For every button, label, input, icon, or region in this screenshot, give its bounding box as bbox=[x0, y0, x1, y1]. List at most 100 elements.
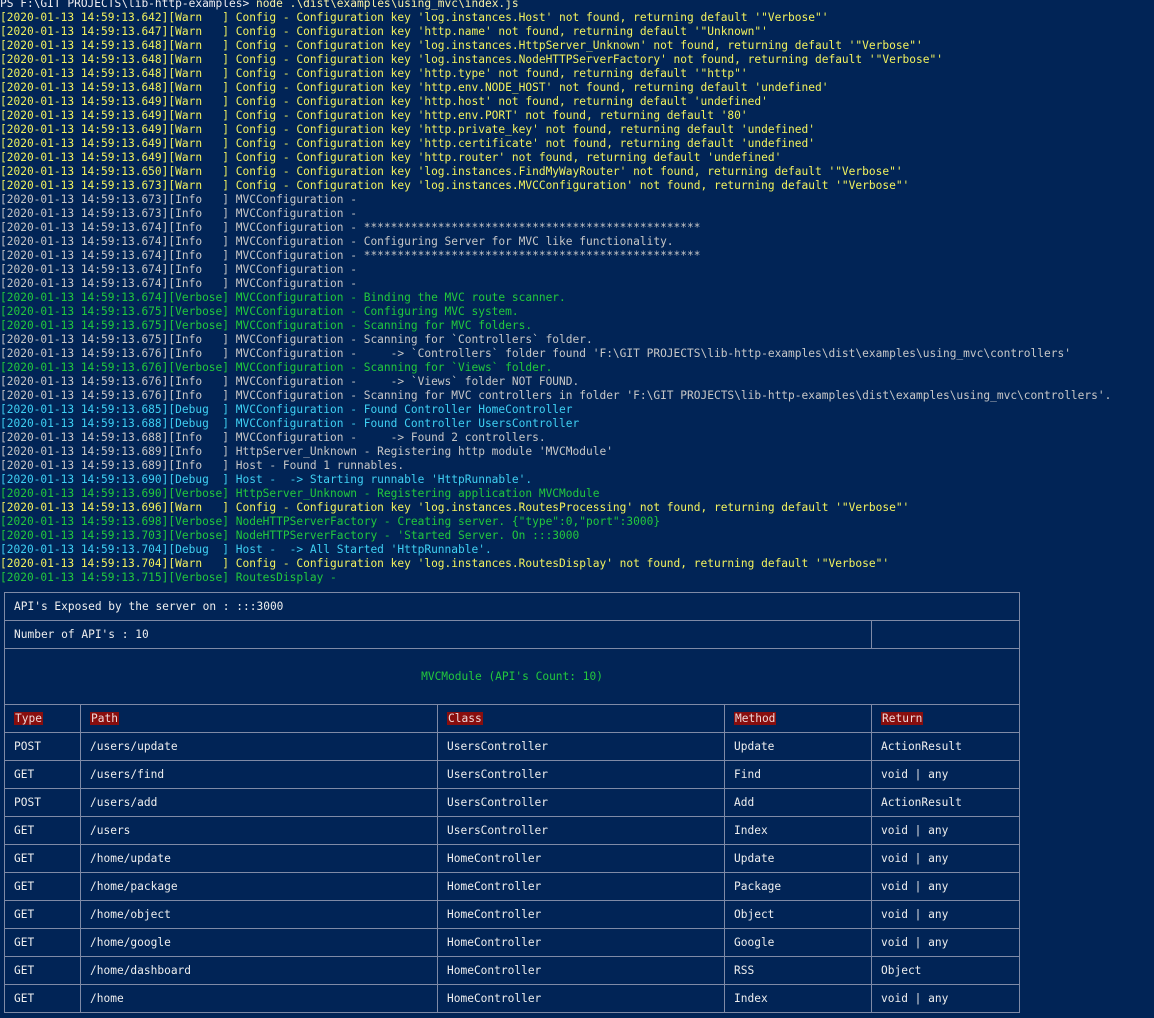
log-line-info: [2020-01-13 14:59:13.676][Info ] MVCConf… bbox=[0, 347, 1071, 360]
log-line-info: [2020-01-13 14:59:13.674][Info ] MVCConf… bbox=[0, 263, 357, 276]
cell-method: Update bbox=[724, 732, 872, 761]
header-return-label: Return bbox=[881, 712, 924, 725]
log-line-info: [2020-01-13 14:59:13.676][Info ] MVCConf… bbox=[0, 375, 580, 388]
log-line-debug: [2020-01-13 14:59:13.688][Debug ] MVCCon… bbox=[0, 417, 580, 430]
log-line-info: [2020-01-13 14:59:13.689][Info ] HttpSer… bbox=[0, 445, 613, 458]
cell-class: HomeController bbox=[437, 928, 725, 957]
table-row: GET/home/update HomeController Update void … bbox=[4, 844, 1021, 873]
cell-class: UsersController bbox=[437, 816, 725, 845]
cell-path: /home/object bbox=[80, 900, 438, 929]
column-header-return: Return bbox=[870, 704, 1021, 733]
cell-return: ActionResult bbox=[870, 732, 1021, 761]
header-method-label: Method bbox=[734, 712, 777, 725]
api-count-empty-cell bbox=[870, 620, 1021, 649]
api-header-row: Type Path Class Method Return bbox=[4, 704, 1021, 733]
api-count-label: Number of API's : 10 bbox=[4, 620, 872, 649]
log-line-verbose: [2020-01-13 14:59:13.698][Verbose] NodeH… bbox=[0, 515, 661, 528]
api-routes-table: API's Exposed by the server on : :::3000… bbox=[3, 592, 1021, 1013]
column-header-class: Class bbox=[437, 704, 725, 733]
cell-type: POST bbox=[4, 732, 81, 761]
log-line-debug: [2020-01-13 14:59:13.690][Debug ] Host -… bbox=[0, 473, 533, 486]
log-line-warn: [2020-01-13 14:59:13.648][Warn ] Config … bbox=[0, 67, 748, 80]
column-header-type: Type bbox=[4, 704, 81, 733]
column-header-path: Path bbox=[80, 704, 438, 733]
log-line-verbose: [2020-01-13 14:59:13.675][Verbose] MVCCo… bbox=[0, 305, 519, 318]
cell-path: /home/update bbox=[80, 844, 438, 873]
log-line-verbose: [2020-01-13 14:59:13.715][Verbose] Route… bbox=[0, 571, 337, 584]
header-type-label: Type bbox=[14, 712, 43, 725]
table-row: GET/home/dashboard HomeController RSS Objec… bbox=[4, 956, 1021, 985]
table-row: GET/home/package HomeController Package voi… bbox=[4, 872, 1021, 901]
table-row: GET/users UsersController Index void | any bbox=[4, 816, 1021, 845]
log-line-info: [2020-01-13 14:59:13.676][Info ] MVCConf… bbox=[0, 389, 1112, 402]
cell-return: ActionResult bbox=[870, 788, 1021, 817]
log-line-warn: [2020-01-13 14:59:13.704][Warn ] Config … bbox=[0, 557, 890, 570]
cell-type: GET bbox=[4, 844, 81, 873]
log-line-warn: [2020-01-13 14:59:13.696][Warn ] Config … bbox=[0, 501, 910, 514]
cell-method: Index bbox=[724, 984, 872, 1013]
log-line-info: [2020-01-13 14:59:13.673][Info ] MVCConf… bbox=[0, 193, 357, 206]
log-line-verbose: [2020-01-13 14:59:13.675][Verbose] MVCCo… bbox=[0, 319, 533, 332]
prompt-path: PS F:\GIT PROJECTS\lib-http-examples> bbox=[0, 0, 256, 10]
cell-return: void | any bbox=[870, 984, 1021, 1013]
log-line-warn: [2020-01-13 14:59:13.648][Warn ] Config … bbox=[0, 53, 943, 66]
cell-class: HomeController bbox=[437, 900, 725, 929]
log-line-info: [2020-01-13 14:59:13.675][Info ] MVCConf… bbox=[0, 333, 593, 346]
log-line-warn: [2020-01-13 14:59:13.649][Warn ] Config … bbox=[0, 95, 768, 108]
table-row: GET/home HomeController Index void | any bbox=[4, 984, 1021, 1013]
header-class-label: Class bbox=[447, 712, 483, 725]
cell-return: void | any bbox=[870, 872, 1021, 901]
cell-type: GET bbox=[4, 928, 81, 957]
log-line-info: [2020-01-13 14:59:13.674][Info ] MVCConf… bbox=[0, 277, 357, 290]
log-line-warn: [2020-01-13 14:59:13.642][Warn ] Config … bbox=[0, 11, 829, 24]
log-line-warn: [2020-01-13 14:59:13.648][Warn ] Config … bbox=[0, 39, 923, 52]
cell-method: Google bbox=[724, 928, 872, 957]
cell-type: GET bbox=[4, 872, 81, 901]
api-exposed-label: API's Exposed by the server on : :::3000 bbox=[3, 592, 1021, 621]
log-line-debug: [2020-01-13 14:59:13.685][Debug ] MVCCon… bbox=[0, 403, 573, 416]
cell-type: GET bbox=[4, 956, 81, 985]
log-line-warn: [2020-01-13 14:59:13.647][Warn ] Config … bbox=[0, 25, 768, 38]
cell-method: RSS bbox=[724, 956, 872, 985]
table-row: GET/home/object HomeController Object void … bbox=[4, 900, 1021, 929]
log-line-warn: [2020-01-13 14:59:13.649][Warn ] Config … bbox=[0, 137, 815, 150]
cell-method: Update bbox=[724, 844, 872, 873]
log-line-info: [2020-01-13 14:59:13.688][Info ] MVCConf… bbox=[0, 431, 546, 444]
cell-path: /home/dashboard bbox=[80, 956, 438, 985]
log-line-warn: [2020-01-13 14:59:13.649][Warn ] Config … bbox=[0, 151, 782, 164]
cell-type: GET bbox=[4, 984, 81, 1013]
log-line-info: [2020-01-13 14:59:13.674][Info ] MVCConf… bbox=[0, 221, 701, 234]
cell-type: GET bbox=[4, 760, 81, 789]
log-line-info: [2020-01-13 14:59:13.689][Info ] Host - … bbox=[0, 459, 405, 472]
cell-type: POST bbox=[4, 788, 81, 817]
cell-method: Package bbox=[724, 872, 872, 901]
log-line-verbose: [2020-01-13 14:59:13.703][Verbose] NodeH… bbox=[0, 529, 580, 542]
log-line-verbose: [2020-01-13 14:59:13.690][Verbose] HttpS… bbox=[0, 487, 600, 500]
log-line-info: [2020-01-13 14:59:13.674][Info ] MVCConf… bbox=[0, 235, 674, 248]
cell-type: GET bbox=[4, 816, 81, 845]
cell-class: UsersController bbox=[437, 760, 725, 789]
header-path-label: Path bbox=[90, 712, 119, 725]
cell-class: UsersController bbox=[437, 788, 725, 817]
table-row: POST/users/add UsersController Add ActionRe… bbox=[4, 788, 1021, 817]
log-line-warn: [2020-01-13 14:59:13.650][Warn ] Config … bbox=[0, 165, 903, 178]
api-module-row: MVCModule (API's Count: 10) bbox=[3, 648, 1021, 705]
cell-return: Object bbox=[870, 956, 1021, 985]
cell-class: HomeController bbox=[437, 956, 725, 985]
log-line-verbose: [2020-01-13 14:59:13.674][Verbose] MVCCo… bbox=[0, 291, 566, 304]
log-line-warn: [2020-01-13 14:59:13.673][Warn ] Config … bbox=[0, 179, 910, 192]
log-line-warn: [2020-01-13 14:59:13.649][Warn ] Config … bbox=[0, 109, 748, 122]
powershell-terminal[interactable]: PS F:\GIT PROJECTS\lib-http-examples> no… bbox=[0, 0, 1154, 1018]
cell-path: /home bbox=[80, 984, 438, 1013]
cell-class: HomeController bbox=[437, 872, 725, 901]
cell-return: void | any bbox=[870, 816, 1021, 845]
cell-class: HomeController bbox=[437, 984, 725, 1013]
cell-path: /users/update bbox=[80, 732, 438, 761]
cell-return: void | any bbox=[870, 760, 1021, 789]
column-header-method: Method bbox=[724, 704, 872, 733]
prompt-line: PS F:\GIT PROJECTS\lib-http-examples> no… bbox=[0, 0, 1154, 11]
cell-method: Object bbox=[724, 900, 872, 929]
log-line-info: [2020-01-13 14:59:13.674][Info ] MVCConf… bbox=[0, 249, 701, 262]
api-exposed-row: API's Exposed by the server on : :::3000 bbox=[3, 592, 1021, 621]
api-count-row: Number of API's : 10 bbox=[4, 620, 1021, 649]
